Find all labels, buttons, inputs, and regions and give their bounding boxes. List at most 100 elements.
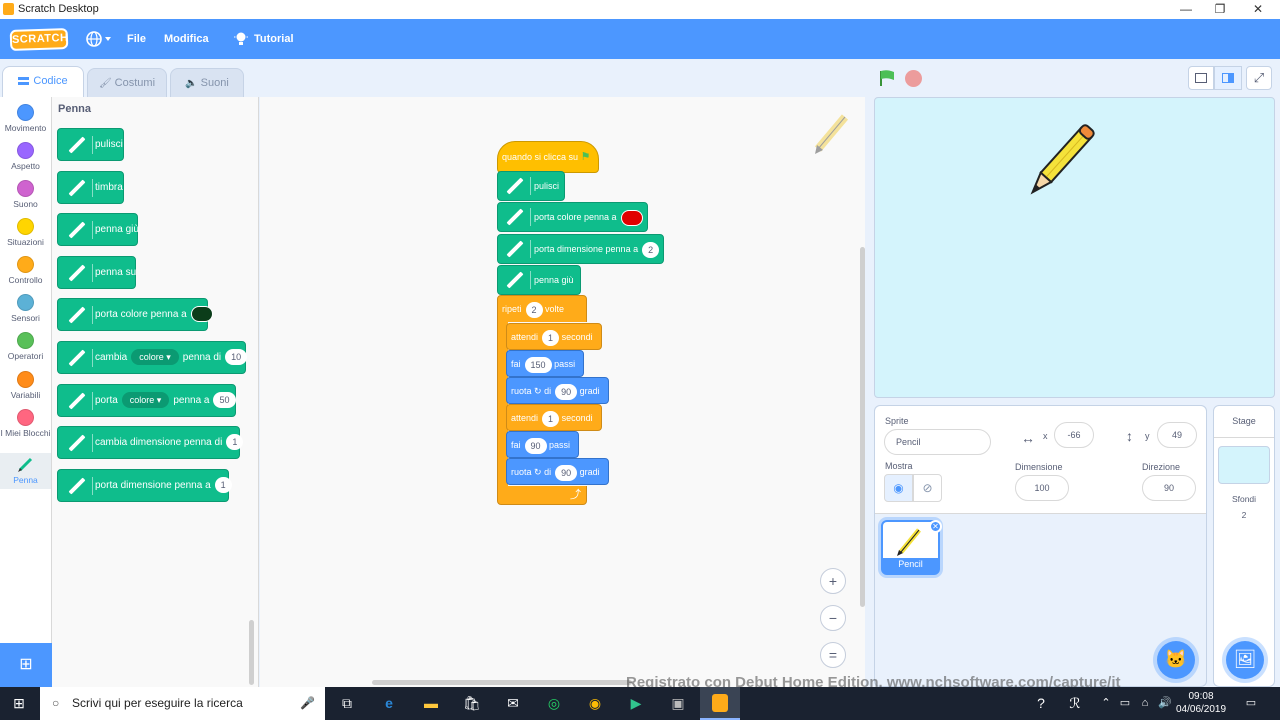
value-input[interactable]: 90 bbox=[524, 437, 547, 454]
category-sensing[interactable]: Sensori bbox=[0, 291, 51, 329]
turn-right-block[interactable]: ruota ↻ di 90 gradi bbox=[506, 377, 609, 404]
maximize-button[interactable]: ❐ bbox=[1202, 0, 1238, 19]
palette-block-set-pen-param[interactable]: porta colore ▾ penna a 50 bbox=[57, 384, 236, 417]
windows-start-icon[interactable]: ⊞ bbox=[8, 693, 30, 713]
close-button[interactable]: ✕ bbox=[1240, 0, 1276, 19]
stage-canvas[interactable] bbox=[874, 97, 1275, 398]
zoom-in-button[interactable]: + bbox=[820, 568, 846, 594]
sprite-tile[interactable]: ✕ Pencil bbox=[881, 520, 942, 575]
set-pen-size-block[interactable]: porta dimensione penna a2 bbox=[497, 234, 665, 264]
category-pen[interactable]: Penna bbox=[0, 453, 51, 489]
category-control[interactable]: Controllo bbox=[0, 253, 51, 291]
palette-block-clear[interactable]: pulisci bbox=[57, 128, 124, 161]
category-events[interactable]: Situazioni bbox=[0, 215, 51, 253]
tutorial-menu[interactable]: Tutorial bbox=[254, 33, 294, 45]
tab-code[interactable]: Codice bbox=[2, 66, 84, 98]
move-steps-block[interactable]: fai 90 passi bbox=[506, 431, 580, 458]
value-input[interactable]: 50 bbox=[213, 392, 236, 409]
palette-block-change-pen-size[interactable]: cambia dimensione penna di 1 bbox=[57, 426, 244, 459]
pencil-sprite[interactable] bbox=[1018, 116, 1098, 211]
green-flag-button[interactable] bbox=[878, 69, 896, 87]
clear-block[interactable]: pulisci bbox=[497, 171, 566, 201]
edit-menu[interactable]: Modifica bbox=[164, 33, 209, 45]
help-icon[interactable]: ? bbox=[1030, 693, 1052, 713]
category-motion[interactable]: Movimento bbox=[0, 101, 51, 139]
fullscreen-button[interactable]: ⤢ bbox=[1246, 66, 1272, 90]
stage-selector[interactable]: Stage Sfondi 2 🖼 bbox=[1213, 405, 1275, 687]
stage-thumbnail[interactable] bbox=[1218, 446, 1270, 484]
file-explorer-icon[interactable]: ▬ bbox=[420, 693, 442, 713]
chrome-icon[interactable]: ◉ bbox=[584, 693, 606, 713]
palette-block-change-pen-param[interactable]: cambia colore ▾ penna di 10 bbox=[57, 341, 248, 374]
edge-icon[interactable]: e bbox=[378, 693, 400, 713]
move-steps-block[interactable]: fai 150 passi bbox=[506, 350, 585, 377]
y-input[interactable]: 49 bbox=[1157, 422, 1197, 448]
value-input[interactable]: 2 bbox=[525, 301, 543, 318]
choose-backdrop-button[interactable]: 🖼 bbox=[1226, 641, 1264, 679]
category-sound[interactable]: Suono bbox=[0, 177, 51, 215]
taskbar-search[interactable]: ○ Scrivi qui per eseguire la ricerca 🎤 bbox=[40, 687, 325, 720]
palette-block-pen-down[interactable]: penna giù bbox=[57, 213, 139, 246]
network-icon[interactable]: ⌂ bbox=[1134, 693, 1156, 713]
param-dropdown[interactable]: colore ▾ bbox=[131, 349, 179, 366]
palette-scrollbar[interactable] bbox=[249, 620, 254, 685]
color-swatch[interactable] bbox=[190, 306, 213, 323]
category-variables[interactable]: Variabili bbox=[0, 368, 51, 406]
add-extension-button[interactable]: ⊞ bbox=[0, 643, 52, 687]
stop-button[interactable] bbox=[905, 70, 922, 87]
scratch-taskbar-button[interactable] bbox=[700, 687, 740, 720]
workspace-hscrollbar[interactable] bbox=[372, 680, 632, 685]
tab-sounds[interactable]: 🔈 Suoni bbox=[170, 68, 244, 98]
zoom-reset-button[interactable]: = bbox=[820, 642, 846, 668]
normal-stage-button[interactable] bbox=[1214, 66, 1242, 90]
delete-sprite-icon[interactable]: ✕ bbox=[929, 520, 942, 533]
language-globe-icon[interactable] bbox=[86, 30, 112, 48]
volume-icon[interactable]: 🔊 bbox=[1154, 693, 1176, 713]
param-dropdown[interactable]: colore ▾ bbox=[121, 392, 170, 409]
palette-block-stamp[interactable]: timbra bbox=[57, 171, 124, 204]
scratch-logo[interactable]: SCRATCH bbox=[9, 27, 69, 52]
palette-block-pen-up[interactable]: penna su bbox=[57, 256, 136, 289]
value-input[interactable]: 1 bbox=[542, 329, 560, 346]
mail-icon[interactable]: ✉ bbox=[502, 693, 524, 713]
zoom-out-button[interactable]: − bbox=[820, 605, 846, 631]
value-input[interactable]: 1 bbox=[226, 434, 244, 451]
value-input[interactable]: 2 bbox=[642, 241, 660, 258]
red-color-swatch[interactable] bbox=[620, 209, 643, 226]
people-icon[interactable]: ℛ bbox=[1064, 693, 1086, 713]
turn-right-block[interactable]: ruota ↻ di 90 gradi bbox=[506, 458, 609, 485]
store-icon[interactable]: 🛍 bbox=[461, 693, 483, 713]
set-pen-color-block[interactable]: porta colore penna a bbox=[497, 202, 648, 232]
palette-block-set-pen-size[interactable]: porta dimensione penna a1 bbox=[57, 469, 232, 502]
hide-sprite-button[interactable]: ⊘ bbox=[913, 474, 942, 502]
value-input[interactable]: 10 bbox=[225, 349, 248, 366]
value-input[interactable]: 150 bbox=[524, 356, 552, 373]
palette-block-set-pen-color[interactable]: porta colore penna a bbox=[57, 298, 213, 331]
battery-icon[interactable]: ▭ bbox=[1114, 693, 1136, 713]
x-input[interactable]: -66 bbox=[1054, 422, 1094, 448]
sprite-name-input[interactable]: Pencil bbox=[884, 429, 991, 455]
file-menu[interactable]: File bbox=[127, 33, 146, 45]
microphone-icon[interactable]: 🎤 bbox=[300, 687, 315, 720]
pen-down-block[interactable]: penna giù bbox=[497, 265, 581, 295]
show-sprite-button[interactable]: ◉ bbox=[884, 474, 913, 502]
whatsapp-icon[interactable]: ◎ bbox=[543, 693, 565, 713]
code-workspace[interactable]: quando si clicca su ⚑ pulisci porta colo… bbox=[260, 97, 865, 687]
debut-recorder-icon[interactable]: ▣ bbox=[667, 693, 689, 713]
wait-block[interactable]: attendi 1 secondi bbox=[506, 404, 602, 431]
value-input[interactable]: 90 bbox=[555, 383, 578, 400]
value-input[interactable]: 90 bbox=[555, 464, 578, 481]
value-input[interactable]: 1 bbox=[542, 410, 560, 427]
taskbar-clock[interactable]: 09:08 04/06/2019 bbox=[1176, 690, 1226, 716]
workspace-vscrollbar[interactable] bbox=[860, 247, 865, 607]
size-input[interactable]: 100 bbox=[1015, 475, 1069, 501]
category-my-blocks[interactable]: I Miei Blocchi bbox=[0, 406, 51, 450]
value-input[interactable]: 1 bbox=[214, 477, 232, 494]
notifications-icon[interactable]: ▭ bbox=[1240, 693, 1262, 713]
app-icon-green[interactable]: ▶ bbox=[625, 693, 647, 713]
category-operators[interactable]: Operatori bbox=[0, 329, 51, 367]
when-flag-clicked-block[interactable]: quando si clicca su ⚑ bbox=[497, 141, 600, 173]
choose-sprite-button[interactable]: 🐱 bbox=[1157, 641, 1195, 679]
tab-costumes[interactable]: 🖌 Costumi bbox=[87, 68, 167, 98]
task-view-icon[interactable]: ⧉ bbox=[336, 693, 358, 713]
